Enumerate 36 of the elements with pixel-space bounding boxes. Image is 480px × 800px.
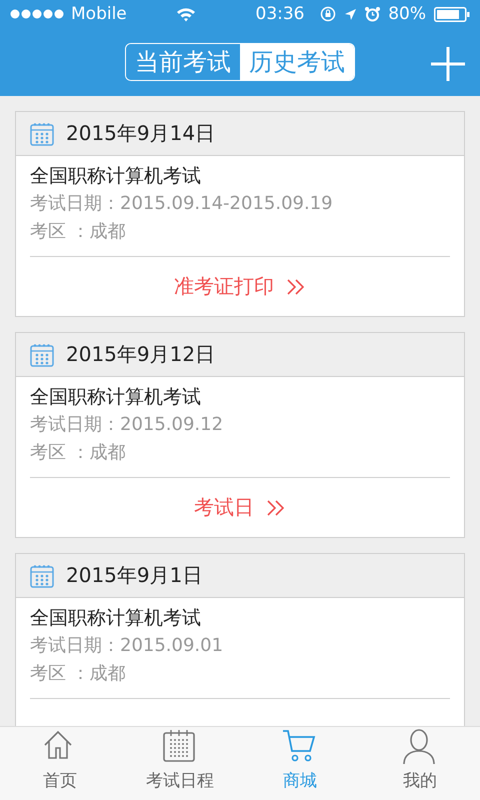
add-icon[interactable]	[430, 46, 466, 82]
calendar-icon	[30, 342, 54, 366]
tab-item[interactable]: 考试日程	[120, 727, 240, 800]
calendar-icon	[30, 564, 54, 588]
tab-item[interactable]: 首页	[0, 727, 120, 800]
tab-item[interactable]: 商城	[240, 727, 360, 800]
exam-period: 考试日期：2015.09.14-2015.09.19	[30, 192, 334, 216]
exam-action-link[interactable]: 考试日	[194, 494, 286, 521]
exam-title: 全国职称计算机考试	[30, 165, 201, 187]
exam-date-heading: 2015年9月1日	[66, 562, 202, 589]
alarm-clock-icon	[365, 6, 380, 22]
exam-title: 全国职称计算机考试	[30, 607, 201, 629]
double-chevron-icon	[286, 278, 306, 296]
segment-tab[interactable]: 历史考试	[240, 44, 354, 80]
battery-icon	[434, 6, 470, 22]
calendar-icon	[162, 729, 198, 765]
exam-date-heading: 2015年9月14日	[66, 120, 216, 147]
exam-action-link[interactable]: 准考证打印	[174, 273, 306, 300]
location-arrow-icon	[344, 8, 358, 20]
carrier-name: Mobile	[71, 4, 127, 24]
exam-period: 考试日期：2015.09.01	[30, 634, 224, 658]
exam-area: 考区 ：成都	[30, 439, 450, 467]
signal-icon	[10, 9, 65, 19]
exam-area: 考区 ：成都	[30, 660, 450, 688]
exam-period: 考试日期：2015.09.12	[30, 413, 224, 437]
exam-date-heading: 2015年9月12日	[66, 341, 216, 368]
exam-area: 考区 ：成都	[30, 218, 450, 246]
clock-time: 03:36	[256, 4, 304, 24]
wifi-icon	[176, 6, 196, 22]
person-icon	[402, 729, 438, 765]
tab-item[interactable]: 我的	[360, 727, 480, 800]
rotation-lock-icon	[320, 6, 336, 22]
battery-percent: 80%	[388, 4, 426, 24]
exam-title: 全国职称计算机考试	[30, 386, 201, 408]
calendar-icon	[30, 122, 54, 146]
double-chevron-icon	[266, 498, 286, 516]
